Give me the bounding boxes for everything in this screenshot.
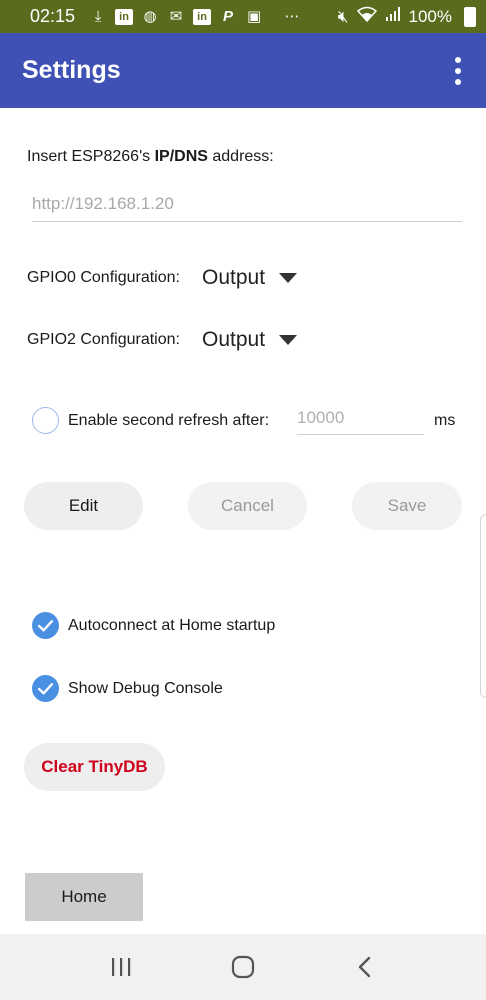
caret-down-icon	[279, 273, 298, 283]
ip-address-input[interactable]	[32, 186, 462, 222]
debug-console-checkbox[interactable]	[32, 675, 59, 702]
vodafone-icon: ◍	[143, 7, 157, 25]
battery-percent: 100%	[408, 6, 452, 26]
screen: 02:15 ⤓ in ◍ ✉ in P ▣ ⋯ 🔇︎ 100% Settings	[0, 0, 486, 1000]
linkedin-icon: in	[193, 8, 212, 25]
overflow-menu-icon[interactable]	[448, 57, 468, 85]
paypal-icon: P	[223, 7, 234, 25]
home-button[interactable]: Home	[25, 873, 143, 921]
linkedin-icon: in	[115, 8, 134, 25]
page-title: Settings	[22, 56, 121, 84]
ip-label-prefix: Insert ESP8266's	[27, 148, 155, 165]
status-bar: 02:15 ⤓ in ◍ ✉ in P ▣ ⋯ 🔇︎ 100%	[0, 0, 486, 33]
cancel-button[interactable]: Cancel	[188, 482, 307, 530]
second-refresh-label: Enable second refresh after:	[68, 412, 270, 429]
refresh-interval-input[interactable]	[297, 401, 424, 435]
second-refresh-radio[interactable]	[32, 407, 59, 434]
caret-down-icon	[279, 335, 298, 345]
system-nav-bar	[0, 934, 486, 1000]
autoconnect-label: Autoconnect at Home startup	[68, 617, 276, 634]
download-icon: ⤓	[94, 7, 102, 25]
gpio2-dropdown[interactable]: Output	[202, 328, 298, 352]
wifi-icon	[356, 6, 377, 27]
ip-label: Insert ESP8266's IP/DNS address:	[27, 148, 274, 166]
gpio0-label: GPIO0 Configuration:	[27, 269, 180, 286]
scroll-edge-handle[interactable]	[480, 514, 486, 698]
signal-icon	[385, 6, 401, 27]
recent-apps-icon[interactable]	[101, 947, 141, 987]
ip-label-suffix: address:	[207, 148, 274, 165]
notification-icons: ⤓ in ◍ ✉ in P ▣ ⋯	[89, 7, 301, 25]
mail-icon: ✉	[169, 7, 183, 25]
gpio0-dropdown[interactable]: Output	[202, 266, 298, 290]
debug-console-label: Show Debug Console	[68, 680, 223, 697]
gpio2-selected: Output	[202, 328, 266, 351]
gpio2-label: GPIO2 Configuration:	[27, 331, 180, 348]
gpio0-selected: Output	[202, 266, 266, 289]
ip-label-bold: IP/DNS	[154, 148, 208, 165]
save-button[interactable]: Save	[352, 482, 462, 530]
refresh-unit-label: ms	[434, 412, 456, 429]
back-icon[interactable]	[345, 947, 385, 987]
battery-icon	[464, 6, 476, 27]
check-icon	[37, 620, 54, 632]
status-time: 02:15	[30, 6, 76, 26]
gallery-icon: ▣	[246, 7, 262, 25]
app-bar: Settings	[0, 33, 486, 108]
mute-icon: 🔇︎	[337, 6, 349, 26]
check-icon	[37, 683, 54, 695]
clear-tinydb-button[interactable]: Clear TinyDB	[24, 743, 165, 791]
autoconnect-checkbox[interactable]	[32, 612, 59, 639]
more-icon: ⋯	[284, 7, 300, 25]
home-nav-icon[interactable]	[223, 947, 263, 987]
edit-button[interactable]: Edit	[24, 482, 143, 530]
